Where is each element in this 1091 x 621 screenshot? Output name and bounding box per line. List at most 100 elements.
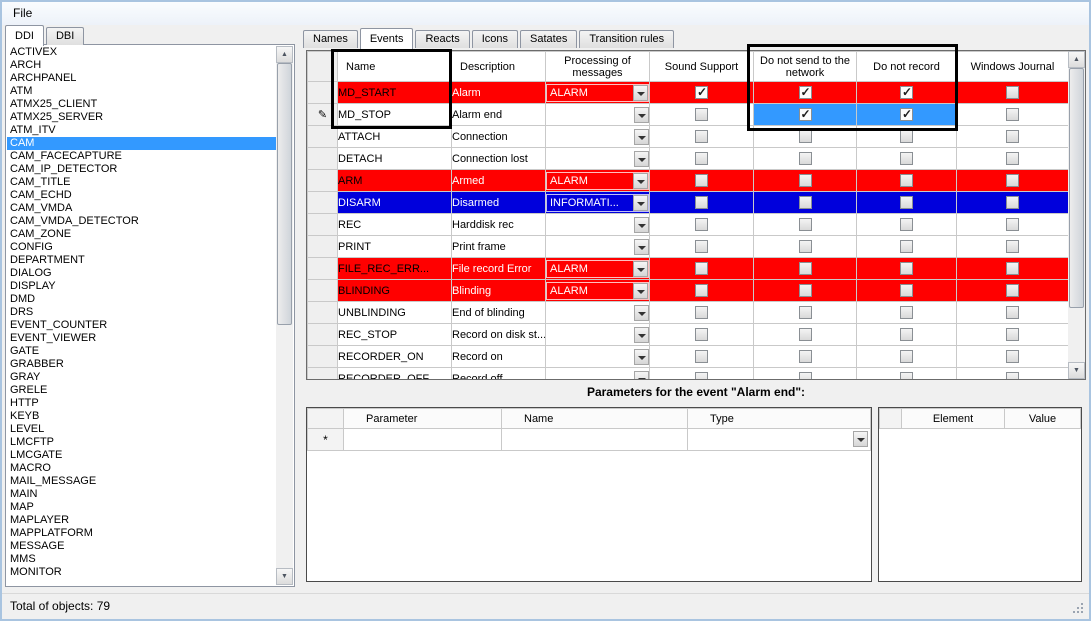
windows-journal-checkbox[interactable] xyxy=(1006,284,1019,297)
event-description-cell[interactable]: Blinding xyxy=(452,280,546,302)
tab-reacts[interactable]: Reacts xyxy=(415,30,469,48)
list-item[interactable]: ARCH xyxy=(7,59,276,72)
row-select-header[interactable] xyxy=(308,192,338,214)
processing-combobox[interactable] xyxy=(546,106,649,124)
windows-journal-checkbox[interactable] xyxy=(1006,196,1019,209)
sound-support-checkbox[interactable] xyxy=(695,218,708,231)
list-item[interactable]: ARCHPANEL xyxy=(7,72,276,85)
event-description-cell[interactable]: Record off xyxy=(452,368,546,381)
do-not-send-network-checkbox[interactable] xyxy=(799,306,812,319)
list-item[interactable]: MONITOR xyxy=(7,566,276,579)
event-name-cell[interactable]: UNBLINDING xyxy=(338,302,452,324)
list-item[interactable]: GRELE xyxy=(7,384,276,397)
row-select-header[interactable] xyxy=(308,368,338,381)
event-description-cell[interactable]: Disarmed xyxy=(452,192,546,214)
do-not-record-checkbox[interactable] xyxy=(900,196,913,209)
tab-names[interactable]: Names xyxy=(303,30,358,48)
windows-journal-checkbox[interactable] xyxy=(1006,218,1019,231)
do-not-send-network-checkbox[interactable] xyxy=(799,284,812,297)
list-item[interactable]: CAM_ZONE xyxy=(7,228,276,241)
sound-support-checkbox[interactable] xyxy=(695,328,708,341)
dropdown-arrow-icon[interactable] xyxy=(634,371,649,381)
do-not-send-network-checkbox[interactable] xyxy=(799,262,812,275)
resize-grip[interactable] xyxy=(1081,611,1083,613)
param-type-cell[interactable] xyxy=(688,429,871,451)
do-not-record-checkbox[interactable] xyxy=(900,218,913,231)
do-not-record-checkbox[interactable] xyxy=(900,108,913,121)
list-item[interactable]: CAM_TITLE xyxy=(7,176,276,189)
param-parameter-cell[interactable] xyxy=(344,429,502,451)
events-scroll-down-button[interactable]: ▼ xyxy=(1068,362,1085,379)
windows-journal-checkbox[interactable] xyxy=(1006,372,1019,380)
event-name-cell[interactable]: DISARM xyxy=(338,192,452,214)
row-select-header[interactable] xyxy=(308,148,338,170)
processing-combobox[interactable] xyxy=(546,238,649,256)
list-item[interactable]: DIALOG xyxy=(7,267,276,280)
processing-cell[interactable]: ALARM xyxy=(546,170,650,192)
processing-combobox[interactable]: ALARM xyxy=(546,282,649,300)
do-not-record-checkbox[interactable] xyxy=(900,262,913,275)
dropdown-arrow-icon[interactable] xyxy=(634,129,649,145)
list-item[interactable]: CAM_FACECAPTURE xyxy=(7,150,276,163)
event-description-cell[interactable]: Record on xyxy=(452,346,546,368)
dropdown-arrow-icon[interactable] xyxy=(633,195,648,211)
do-not-record-checkbox[interactable] xyxy=(900,86,913,99)
processing-cell[interactable] xyxy=(546,236,650,258)
list-item[interactable]: EVENT_VIEWER xyxy=(7,332,276,345)
event-name-cell[interactable]: FILE_REC_ERR... xyxy=(338,258,452,280)
do-not-record-checkbox[interactable] xyxy=(900,372,913,380)
event-description-cell[interactable]: File record Error xyxy=(452,258,546,280)
event-description-cell[interactable]: Armed xyxy=(452,170,546,192)
do-not-send-network-checkbox[interactable] xyxy=(799,130,812,143)
list-item[interactable]: LMCFTP xyxy=(7,436,276,449)
processing-combobox[interactable] xyxy=(546,370,649,381)
row-select-header[interactable] xyxy=(308,324,338,346)
windows-journal-checkbox[interactable] xyxy=(1006,306,1019,319)
dropdown-arrow-icon[interactable] xyxy=(634,349,649,365)
tab-dbi[interactable]: DBI xyxy=(46,27,84,45)
processing-cell[interactable] xyxy=(546,346,650,368)
sound-support-checkbox[interactable] xyxy=(695,262,708,275)
windows-journal-checkbox[interactable] xyxy=(1006,262,1019,275)
list-item[interactable]: GRAY xyxy=(7,371,276,384)
processing-combobox[interactable] xyxy=(546,348,649,366)
list-item[interactable]: LEVEL xyxy=(7,423,276,436)
list-item[interactable]: LMCGATE xyxy=(7,449,276,462)
processing-cell[interactable]: INFORMATI... xyxy=(546,192,650,214)
row-select-header[interactable] xyxy=(308,236,338,258)
processing-combobox[interactable] xyxy=(546,216,649,234)
processing-cell[interactable] xyxy=(546,104,650,126)
processing-cell[interactable]: ALARM xyxy=(546,280,650,302)
windows-journal-checkbox[interactable] xyxy=(1006,108,1019,121)
scroll-down-button[interactable]: ▼ xyxy=(276,568,293,585)
row-select-header[interactable] xyxy=(308,82,338,104)
list-item[interactable]: GATE xyxy=(7,345,276,358)
row-select-header[interactable]: ✎ xyxy=(308,104,338,126)
object-list-scrollbar[interactable]: ▲ ▼ xyxy=(276,46,293,585)
row-select-header[interactable] xyxy=(308,170,338,192)
processing-cell[interactable] xyxy=(546,126,650,148)
do-not-send-network-checkbox[interactable] xyxy=(799,108,812,121)
sound-support-checkbox[interactable] xyxy=(695,152,708,165)
do-not-send-network-checkbox[interactable] xyxy=(799,372,812,380)
row-select-header[interactable] xyxy=(308,126,338,148)
row-select-header[interactable] xyxy=(308,258,338,280)
do-not-record-checkbox[interactable] xyxy=(900,152,913,165)
sound-support-checkbox[interactable] xyxy=(695,350,708,363)
do-not-send-network-checkbox[interactable] xyxy=(799,328,812,341)
list-item[interactable]: ATMX25_SERVER xyxy=(7,111,276,124)
do-not-record-checkbox[interactable] xyxy=(900,240,913,253)
processing-combobox[interactable]: ALARM xyxy=(546,84,649,102)
sound-support-checkbox[interactable] xyxy=(695,306,708,319)
do-not-record-checkbox[interactable] xyxy=(900,328,913,341)
event-name-cell[interactable]: BLINDING xyxy=(338,280,452,302)
processing-cell[interactable]: ALARM xyxy=(546,82,650,104)
events-scroll-up-button[interactable]: ▲ xyxy=(1068,51,1085,68)
list-item[interactable]: ATM xyxy=(7,85,276,98)
tab-icons[interactable]: Icons xyxy=(472,30,518,48)
processing-cell[interactable] xyxy=(546,368,650,381)
row-select-header[interactable] xyxy=(308,280,338,302)
dropdown-arrow-icon[interactable] xyxy=(633,261,648,277)
windows-journal-checkbox[interactable] xyxy=(1006,130,1019,143)
tab-ddi[interactable]: DDI xyxy=(5,25,44,46)
